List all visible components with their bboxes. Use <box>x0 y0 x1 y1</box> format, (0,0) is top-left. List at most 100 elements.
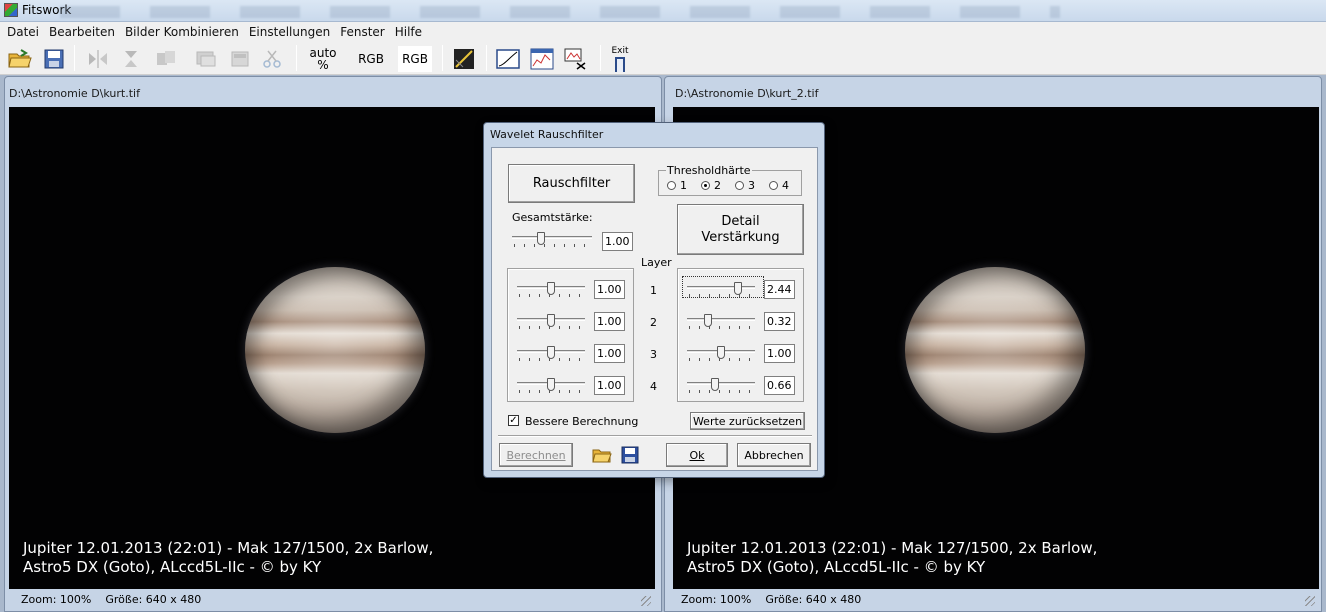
detail-layer-1-slider[interactable] <box>687 282 755 298</box>
rgb-button[interactable]: RGB <box>354 46 388 72</box>
zoom-status: Zoom: 100% <box>681 592 752 606</box>
compute-button[interactable]: Berechnen <box>499 443 573 467</box>
menu-fenster[interactable]: Fenster <box>335 25 390 39</box>
threshold-radio-4[interactable]: 4 <box>769 179 789 192</box>
status-bar-left: Zoom: 100% Größe: 640 x 480 <box>9 589 655 609</box>
menu-einstellungen[interactable]: Einstellungen <box>244 25 335 39</box>
bessere-berechnung-checkbox[interactable]: ✓ <box>508 415 519 426</box>
radio-label: 2 <box>714 179 721 192</box>
noise-layer-1-value[interactable]: 1.00 <box>594 280 625 299</box>
detail-verstaerkung-button[interactable]: Detail Verstärkung <box>677 204 804 255</box>
detail-label-line-1: Detail <box>721 213 760 229</box>
radio-label: 3 <box>748 179 755 192</box>
open-folder-button[interactable] <box>6 46 34 72</box>
threshold-radio-1[interactable]: 1 <box>667 179 687 192</box>
flip-horizontal-icon <box>89 50 107 68</box>
image-copy-button[interactable] <box>192 46 220 72</box>
bessere-berechnung-label: Bessere Berechnung <box>525 415 639 428</box>
measure-button[interactable] <box>562 46 590 72</box>
noise-layer-3-slider[interactable] <box>517 346 585 362</box>
caption-line-2: Astro5 DX (Goto), ALccd5L-IIc - © by KY <box>687 558 986 576</box>
dialog-separator <box>498 435 812 437</box>
exit-button[interactable]: Exit <box>606 46 634 72</box>
noise-layer-4-slider[interactable] <box>517 378 585 394</box>
caption-line-1: Jupiter 12.01.2013 (22:01) - Mak 127/150… <box>23 539 434 557</box>
detail-layer-3-value[interactable]: 1.00 <box>764 344 795 363</box>
menu-bar: Datei Bearbeiten Bilder Kombinieren Eins… <box>0 22 1326 41</box>
save-settings-button[interactable] <box>619 444 641 466</box>
dialog-title: Wavelet Rauschfilter <box>490 128 604 141</box>
graph-window-icon <box>530 48 554 70</box>
layer-3-label: 3 <box>650 348 657 361</box>
resize-grip-icon[interactable] <box>1305 596 1315 606</box>
graph-window-button[interactable] <box>528 46 556 72</box>
histogram-button[interactable] <box>450 46 478 72</box>
menu-hilfe[interactable]: Hilfe <box>390 25 427 39</box>
image-paste-button[interactable] <box>226 46 254 72</box>
title-bar: Fitswork <box>0 0 1326 22</box>
detail-layer-2-value[interactable]: 0.32 <box>764 312 795 331</box>
noise-layer-4-value[interactable]: 1.00 <box>594 376 625 395</box>
noise-layer-1-slider[interactable] <box>517 282 585 298</box>
checkmark-icon: ✓ <box>509 415 518 426</box>
rotate-button[interactable] <box>152 46 180 72</box>
status-bar-right: Zoom: 100% Größe: 640 x 480 <box>673 589 1319 609</box>
menu-bearbeiten[interactable]: Bearbeiten <box>44 25 120 39</box>
gesamtstaerke-slider[interactable] <box>512 232 592 248</box>
threshold-radio-2[interactable]: 2 <box>701 179 721 192</box>
gesamtstaerke-value[interactable]: 1.00 <box>602 232 633 251</box>
image-path-right: D:\Astronomie D\kurt_2.tif <box>675 87 819 100</box>
detail-layer-4-value[interactable]: 0.66 <box>764 376 795 395</box>
auto-percent-button[interactable]: auto% <box>308 46 338 72</box>
load-settings-button[interactable] <box>591 444 613 466</box>
resize-grip-icon[interactable] <box>641 596 651 606</box>
toolbar-separator <box>486 45 487 71</box>
detail-layer-3-slider[interactable] <box>687 346 755 362</box>
detail-layer-1-value[interactable]: 2.44 <box>764 280 795 299</box>
save-icon <box>621 446 639 464</box>
dialog-body: Rauschfilter Thresholdhärte 1 2 3 4 Gesa… <box>491 147 818 471</box>
rgb-active-label: RGB <box>402 52 428 66</box>
noise-layer-2-value[interactable]: 1.00 <box>594 312 625 331</box>
layer-label: Layer <box>641 256 672 269</box>
exit-door-icon <box>615 56 625 72</box>
ok-button[interactable]: Ok <box>666 443 728 467</box>
percent-label: % <box>317 58 329 72</box>
crop-button[interactable] <box>258 46 286 72</box>
toolbar-separator <box>74 45 75 71</box>
menu-datei[interactable]: Datei <box>2 25 44 39</box>
detail-layer-2-slider[interactable] <box>687 314 755 330</box>
caption-line-2: Astro5 DX (Goto), ALccd5L-IIc - © by KY <box>23 558 322 576</box>
wavelet-dialog: Wavelet Rauschfilter Rauschfilter Thresh… <box>483 122 825 478</box>
size-status: Größe: 640 x 480 <box>765 592 862 606</box>
flip-vertical-button[interactable] <box>118 46 146 72</box>
rgb-label: RGB <box>358 52 384 66</box>
jupiter-image-right <box>905 267 1085 433</box>
toolbar-separator <box>442 45 443 71</box>
gradient-icon <box>454 49 474 69</box>
save-button[interactable] <box>40 46 68 72</box>
rauschfilter-button[interactable]: Rauschfilter <box>508 164 635 203</box>
radio-label: 4 <box>782 179 789 192</box>
flip-horizontal-button[interactable] <box>84 46 112 72</box>
threshold-radio-3[interactable]: 3 <box>735 179 755 192</box>
noise-layer-2-slider[interactable] <box>517 314 585 330</box>
curve-button[interactable] <box>494 46 522 72</box>
open-folder-icon <box>592 449 612 463</box>
radio-icon <box>667 181 676 190</box>
app-icon <box>4 3 18 17</box>
radio-label: 1 <box>680 179 687 192</box>
toolbar-separator <box>296 45 297 71</box>
reset-values-button[interactable]: Werte zurücksetzen <box>690 412 805 430</box>
image-paste-icon <box>231 51 249 67</box>
detail-layer-4-slider[interactable] <box>687 378 755 394</box>
cancel-button[interactable]: Abbrechen <box>737 443 811 467</box>
threshold-label: Thresholdhärte <box>666 164 752 177</box>
radio-selected-icon <box>701 181 710 190</box>
rgb-active-button[interactable]: RGB <box>398 46 432 72</box>
menu-bilder-kombinieren[interactable]: Bilder Kombinieren <box>120 25 244 39</box>
noise-layer-3-value[interactable]: 1.00 <box>594 344 625 363</box>
gesamtstaerke-label: Gesamtstärke: <box>512 211 593 224</box>
toolbar: auto% RGB RGB Exit <box>0 41 1326 75</box>
size-status: Größe: 640 x 480 <box>105 592 202 606</box>
